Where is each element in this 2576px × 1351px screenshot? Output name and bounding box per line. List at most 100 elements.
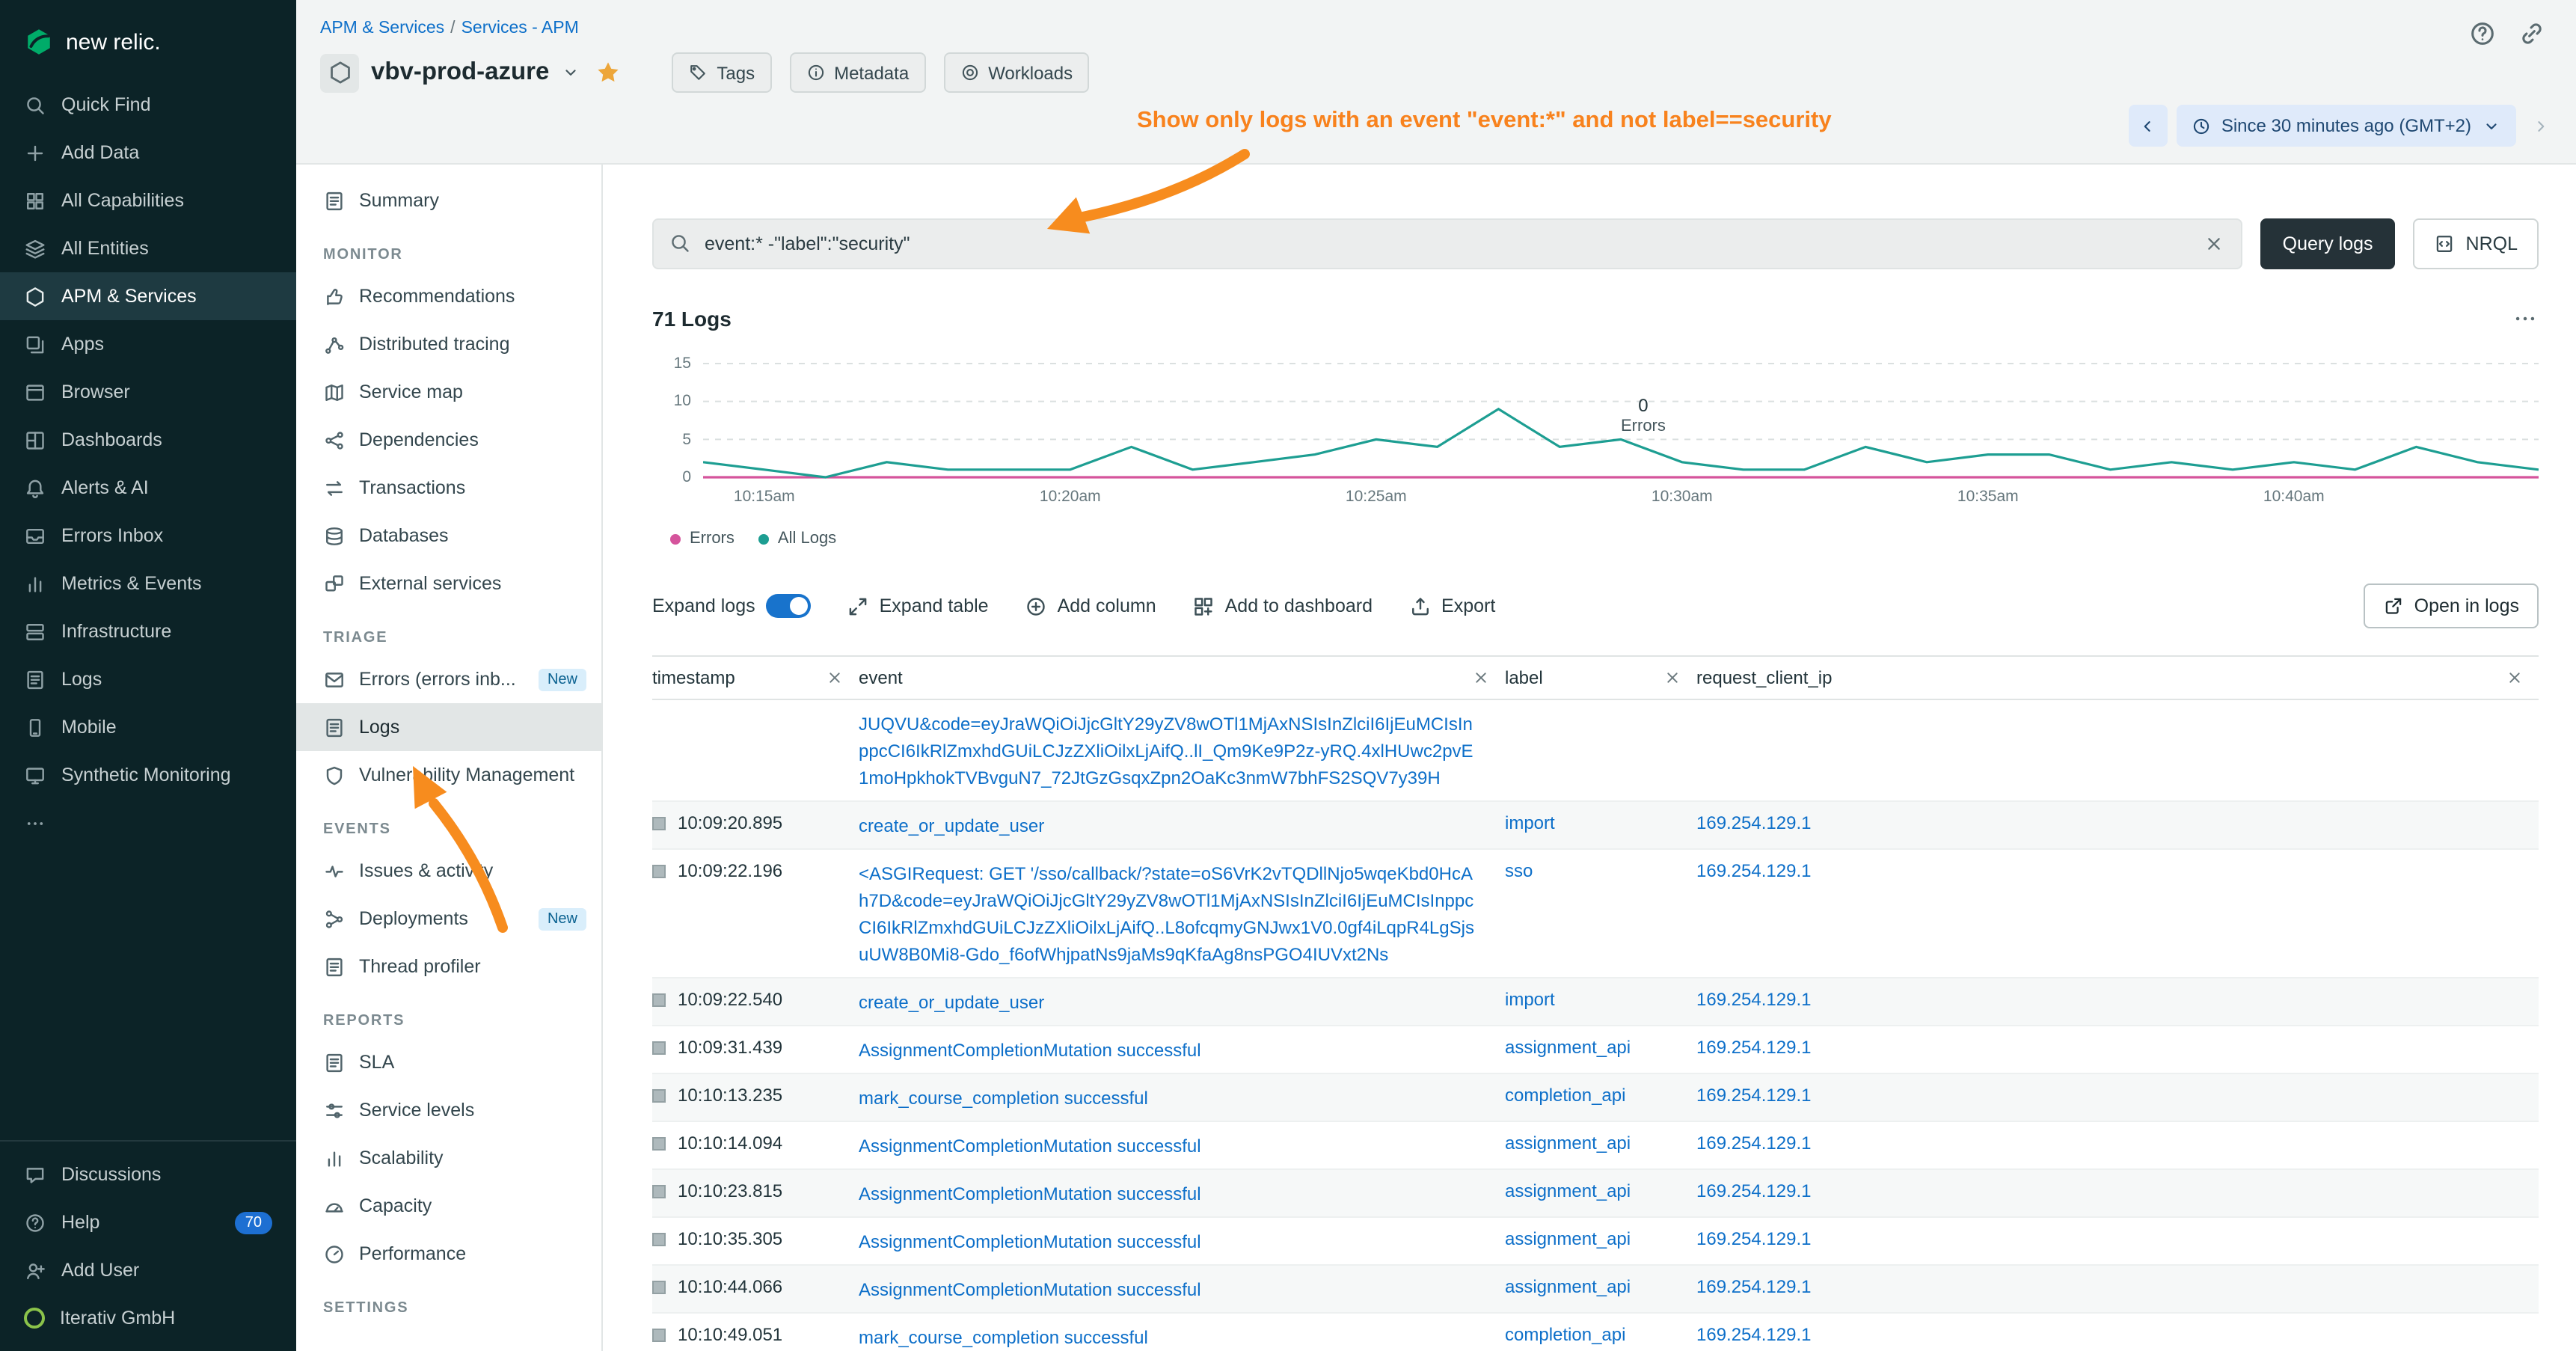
sidebar-item-help[interactable]: Help70 (0, 1198, 296, 1246)
sidebar-item-iterativ-gmbh[interactable]: Iterativ GmbH (0, 1294, 296, 1342)
legend-item-all-logs[interactable]: All Logs (758, 530, 836, 548)
event-link[interactable]: AssignmentCompletionMutation successful (859, 1040, 1201, 1061)
table-row[interactable]: 10:10:49.051mark_course_completion succe… (652, 1314, 2539, 1351)
row-expand-square[interactable] (652, 1281, 666, 1294)
expand-logs-toggle[interactable] (766, 594, 811, 618)
subnav-item-recommendations[interactable]: Recommendations (296, 272, 601, 320)
event-link[interactable]: create_or_update_user (859, 992, 1044, 1013)
row-expand-square[interactable] (652, 1185, 666, 1198)
tags-button[interactable]: Tags (672, 52, 771, 93)
subnav-item-distributed-tracing[interactable]: Distributed tracing (296, 320, 601, 368)
clear-query-icon[interactable] (2204, 233, 2224, 254)
subnav-item-errors-errors-inb[interactable]: Errors (errors inb...New (296, 655, 601, 703)
remove-column-icon[interactable] (1472, 669, 1490, 687)
subnav-item-deployments[interactable]: DeploymentsNew (296, 895, 601, 943)
expand-logs-control[interactable]: Expand logs (652, 594, 811, 618)
subnav-item-thread-profiler[interactable]: Thread profiler (296, 943, 601, 990)
time-forward-button[interactable] (2525, 105, 2555, 147)
open-in-logs-button[interactable]: Open in logs (2364, 583, 2539, 628)
request-client-ip-link[interactable]: 169.254.129.1 (1696, 1324, 1812, 1345)
label-link[interactable]: import (1505, 989, 1555, 1010)
table-row[interactable]: 10:10:23.815AssignmentCompletionMutation… (652, 1170, 2539, 1218)
table-row[interactable]: 10:10:44.066AssignmentCompletionMutation… (652, 1266, 2539, 1314)
request-client-ip-link[interactable]: 169.254.129.1 (1696, 1276, 1812, 1297)
overflow-menu-icon[interactable] (2512, 305, 2539, 332)
row-expand-square[interactable] (652, 1329, 666, 1342)
table-row[interactable]: 10:09:20.895create_or_update_userimport1… (652, 802, 2539, 850)
subnav-item-transactions[interactable]: Transactions (296, 464, 601, 512)
expand-table-button[interactable]: Expand table (847, 595, 989, 617)
label-link[interactable]: completion_api (1505, 1085, 1625, 1106)
permalink-icon[interactable] (2518, 19, 2546, 48)
log-query-input[interactable] (652, 218, 2242, 269)
sidebar-item-discussions[interactable]: Discussions (0, 1151, 296, 1198)
table-row[interactable]: 10:09:22.196<ASGIRequest: GET '/sso/call… (652, 850, 2539, 978)
favorite-star-icon[interactable] (595, 60, 621, 85)
table-row[interactable]: 10:10:35.305AssignmentCompletionMutation… (652, 1218, 2539, 1266)
sidebar-item-infrastructure[interactable]: Infrastructure (0, 607, 296, 655)
event-link[interactable]: AssignmentCompletionMutation successful (859, 1231, 1201, 1252)
subnav-item-databases[interactable]: Databases (296, 512, 601, 560)
table-row[interactable]: 10:10:13.235mark_course_completion succe… (652, 1074, 2539, 1122)
request-client-ip-link[interactable]: 169.254.129.1 (1696, 812, 1812, 833)
event-link[interactable]: <ASGIRequest: GET '/sso/callback/?state=… (859, 863, 1474, 965)
newrelic-logo[interactable]: new relic. (0, 0, 296, 81)
event-link[interactable]: mark_course_completion successful (859, 1088, 1148, 1109)
subnav-item-issues-activity[interactable]: Issues & activity (296, 847, 601, 895)
event-link[interactable]: AssignmentCompletionMutation successful (859, 1279, 1201, 1300)
sidebar-item-add-user[interactable]: Add User (0, 1246, 296, 1294)
nrql-button[interactable]: NRQL (2414, 218, 2539, 269)
row-expand-square[interactable] (652, 1089, 666, 1103)
sidebar-item-all-entities[interactable]: All Entities (0, 224, 296, 272)
request-client-ip-link[interactable]: 169.254.129.1 (1696, 989, 1812, 1010)
event-link[interactable]: JUQVU&code=eyJraWQiOiJjcGltY29yZV8wOTl1M… (859, 714, 1473, 788)
remove-column-icon[interactable] (826, 669, 844, 687)
sidebar-item-apps[interactable]: Apps (0, 320, 296, 368)
subnav-item-summary[interactable]: Summary (296, 177, 601, 224)
breadcrumb-apm-services[interactable]: APM & Services (320, 19, 444, 37)
add-column-button[interactable]: Add column (1025, 595, 1156, 617)
label-link[interactable]: completion_api (1505, 1324, 1625, 1345)
label-link[interactable]: assignment_api (1505, 1037, 1631, 1058)
label-link[interactable]: sso (1505, 860, 1533, 881)
time-picker[interactable]: Since 30 minutes ago (GMT+2) (2177, 105, 2516, 147)
remove-column-icon[interactable] (2506, 669, 2524, 687)
event-link[interactable]: mark_course_completion successful (859, 1327, 1148, 1348)
sidebar-item-add-data[interactable]: Add Data (0, 129, 296, 177)
sidebar-item-logs[interactable]: Logs (0, 655, 296, 703)
subnav-item-dependencies[interactable]: Dependencies (296, 416, 601, 464)
subnav-item-service-levels[interactable]: Service levels (296, 1086, 601, 1134)
time-back-button[interactable] (2129, 105, 2168, 147)
event-link[interactable]: AssignmentCompletionMutation successful (859, 1183, 1201, 1204)
metadata-button[interactable]: Metadata (789, 52, 925, 93)
remove-column-icon[interactable] (1663, 669, 1681, 687)
label-link[interactable]: assignment_api (1505, 1228, 1631, 1249)
row-expand-square[interactable] (652, 1041, 666, 1055)
breadcrumb-services-apm[interactable]: Services - APM (461, 19, 579, 37)
help-circle-icon[interactable] (2468, 19, 2497, 48)
label-link[interactable]: assignment_api (1505, 1133, 1631, 1154)
table-row[interactable]: 10:09:31.439AssignmentCompletionMutation… (652, 1026, 2539, 1074)
row-expand-square[interactable] (652, 1137, 666, 1151)
subnav-item-performance[interactable]: Performance (296, 1230, 601, 1278)
query-logs-button[interactable]: Query logs (2260, 218, 2396, 269)
subnav-item-sla[interactable]: SLA (296, 1038, 601, 1086)
subnav-item-vulnerability-management[interactable]: Vulnerability Management (296, 751, 601, 799)
row-expand-square[interactable] (652, 865, 666, 878)
request-client-ip-link[interactable]: 169.254.129.1 (1696, 860, 1812, 881)
sidebar-item-browser[interactable]: Browser (0, 368, 296, 416)
event-link[interactable]: AssignmentCompletionMutation successful (859, 1136, 1201, 1157)
sidebar-item-dashboards[interactable]: Dashboards (0, 416, 296, 464)
label-link[interactable]: assignment_api (1505, 1180, 1631, 1201)
sidebar-item-more[interactable] (0, 799, 296, 847)
subnav-item-capacity[interactable]: Capacity (296, 1182, 601, 1230)
legend-item-errors[interactable]: Errors (670, 530, 735, 548)
subnav-item-scalability[interactable]: Scalability (296, 1134, 601, 1182)
sidebar-item-quick-find[interactable]: Quick Find (0, 81, 296, 129)
row-expand-square[interactable] (652, 993, 666, 1007)
sidebar-item-all-capabilities[interactable]: All Capabilities (0, 177, 296, 224)
entity-dropdown-chevron-icon[interactable] (561, 63, 580, 82)
subnav-item-logs[interactable]: Logs (296, 703, 601, 751)
request-client-ip-link[interactable]: 169.254.129.1 (1696, 1085, 1812, 1106)
request-client-ip-link[interactable]: 169.254.129.1 (1696, 1133, 1812, 1154)
